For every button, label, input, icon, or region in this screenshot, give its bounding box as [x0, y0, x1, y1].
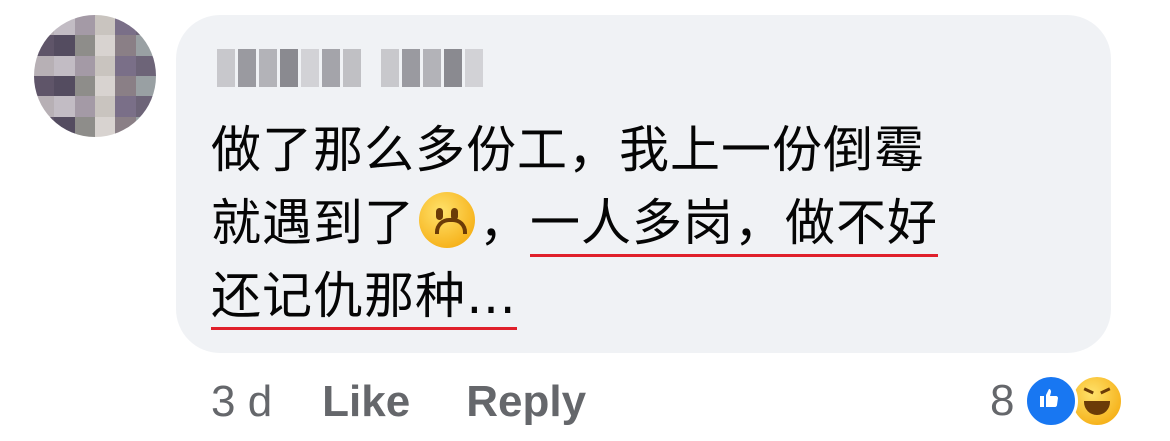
haha-icon [1070, 374, 1125, 428]
reaction-count: 8 [990, 376, 1015, 425]
comment-text-segment: 就遇到了 [211, 194, 415, 252]
comment-actions: 3 d Like Reply [211, 370, 642, 434]
comment-line-3: 还记仇那种… [211, 260, 1081, 333]
comment-line-1: 做了那么多份工，我上一份倒霉 [211, 121, 925, 179]
author-name-pixelated[interactable] [217, 49, 483, 87]
upside-down-face-emoji [419, 192, 475, 248]
comment-text-comma: ， [479, 194, 530, 252]
underlined-text: 还记仇那种… [211, 267, 517, 325]
like-icon [1024, 374, 1079, 428]
reactions-summary[interactable]: 8 [990, 369, 1125, 433]
comment-line-2: 就遇到了 ，一人多岗，做不好 [211, 187, 1081, 260]
like-button[interactable]: Like [322, 377, 410, 427]
avatar[interactable] [34, 15, 156, 137]
underlined-text: 一人多岗，做不好 [530, 194, 938, 252]
reply-button[interactable]: Reply [466, 377, 586, 427]
timestamp[interactable]: 3 d [211, 377, 272, 427]
comment-text: 做了那么多份工，我上一份倒霉 就遇到了 ，一人多岗，做不好 还记仇那种… [211, 114, 1081, 333]
